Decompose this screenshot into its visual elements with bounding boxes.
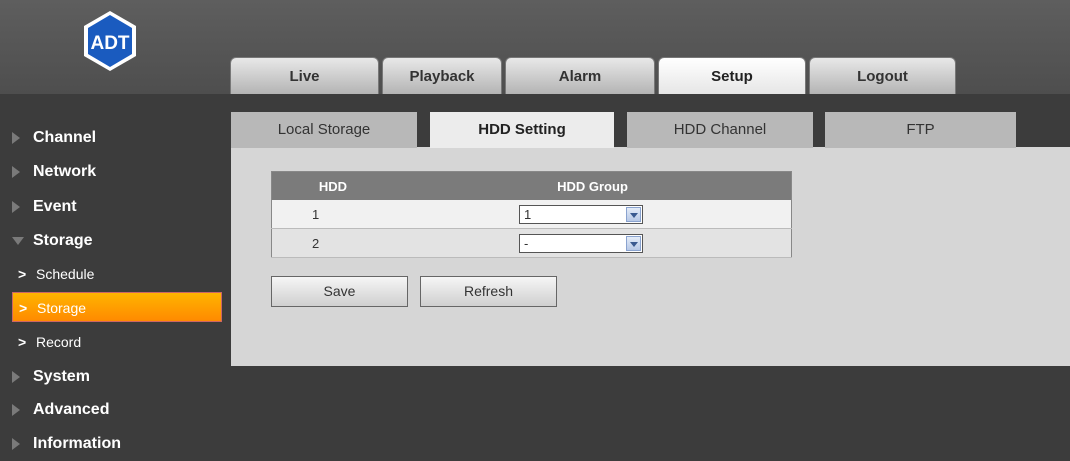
sidebar-subitem-storage[interactable]: > Storage [12, 292, 222, 322]
select-value: - [524, 235, 529, 251]
expand-arrow-icon [12, 166, 20, 178]
sidebar-item-label: Network [33, 163, 97, 180]
table-row: 1 1 [271, 200, 792, 229]
tab-playback[interactable]: Playback [382, 57, 502, 94]
expand-arrow-icon [12, 404, 20, 416]
chevron-right-icon: > [18, 266, 27, 282]
select-value: 1 [524, 206, 532, 222]
column-header-hdd-group: HDD Group [394, 171, 792, 200]
column-header-hdd: HDD [271, 171, 394, 200]
sidebar-item-label: Channel [33, 129, 97, 146]
adt-logo: ADT [84, 11, 136, 71]
chevron-down-icon[interactable] [626, 235, 641, 251]
tab-hdd-channel[interactable]: HDD Channel [627, 112, 813, 148]
top-nav: Live Playback Alarm Setup Logout [230, 57, 959, 94]
tab-logout[interactable]: Logout [809, 57, 956, 94]
sidebar-subitem-label: Storage [37, 300, 87, 316]
hdd-number: 1 [271, 200, 394, 229]
tab-local-storage[interactable]: Local Storage [231, 112, 417, 148]
sidebar-subitem-label: Schedule [36, 266, 95, 282]
sidebar-subitem-label: Record [36, 334, 82, 350]
logo-text: ADT [90, 33, 129, 54]
tab-gap [813, 112, 825, 148]
tab-gap [614, 112, 627, 148]
sidebar-item-label: System [33, 368, 90, 385]
table-header-row: HDD HDD Group [271, 171, 792, 200]
header: ADT Live Playback Alarm Setup Logout [0, 0, 1070, 94]
table-row: 2 - [271, 228, 792, 258]
sidebar-item-label: Event [33, 198, 77, 215]
collapse-arrow-icon [12, 237, 24, 245]
sidebar-item-channel[interactable]: Channel [0, 121, 230, 155]
sidebar-item-event[interactable]: Event [0, 190, 230, 224]
expand-arrow-icon [12, 132, 20, 144]
tab-setup[interactable]: Setup [658, 57, 806, 94]
expand-arrow-icon [12, 201, 20, 213]
tab-hdd-setting[interactable]: HDD Setting [430, 112, 614, 148]
chevron-right-icon: > [19, 300, 28, 316]
refresh-button[interactable]: Refresh [420, 276, 557, 307]
tab-ftp[interactable]: FTP [825, 112, 1016, 148]
sidebar-item-system[interactable]: System [0, 360, 230, 394]
sidebar-item-network[interactable]: Network [0, 155, 230, 189]
expand-arrow-icon [12, 438, 20, 450]
sidebar-subitem-record[interactable]: > Record [12, 327, 222, 357]
tab-alarm[interactable]: Alarm [505, 57, 655, 94]
expand-arrow-icon [12, 371, 20, 383]
sub-tabs: Local Storage HDD Setting HDD Channel FT… [231, 112, 1016, 148]
tab-gap [417, 112, 430, 148]
sidebar-subitem-schedule[interactable]: > Schedule [12, 259, 222, 289]
sidebar-item-label: Storage [33, 232, 93, 249]
sidebar-item-label: Advanced [33, 401, 110, 418]
sidebar-item-advanced[interactable]: Advanced [0, 393, 230, 427]
sidebar-item-storage[interactable]: Storage [0, 224, 230, 258]
tab-live[interactable]: Live [230, 57, 379, 94]
hdd-group-select[interactable]: 1 [519, 204, 643, 224]
hdd-table: HDD HDD Group 1 1 2 - [271, 171, 792, 258]
hdd-number: 2 [271, 228, 394, 258]
save-button[interactable]: Save [271, 276, 408, 307]
chevron-right-icon: > [18, 334, 27, 350]
sidebar: Channel Network Event Storage > Schedule… [0, 94, 230, 456]
hdd-group-select[interactable]: - [519, 233, 643, 253]
chevron-down-icon[interactable] [626, 206, 641, 222]
